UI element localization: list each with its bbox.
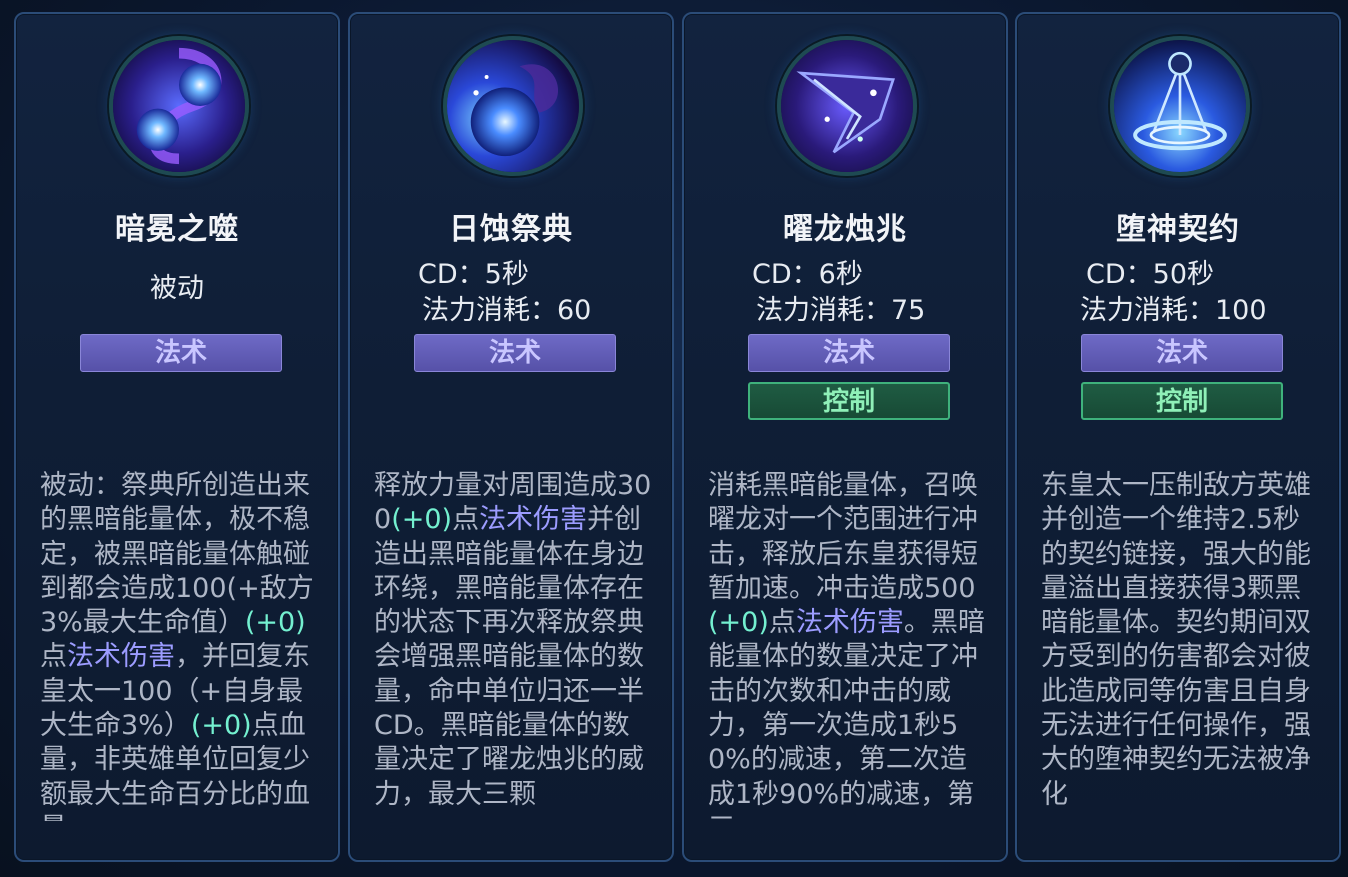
control-tag: 控制 <box>1081 382 1283 420</box>
skill-name: 暗冕之噬 <box>115 212 239 247</box>
eclipse-orb-icon <box>443 36 583 176</box>
magic-tag: 法术 <box>748 334 950 372</box>
skill-cooldown: CD：50秒 <box>1086 259 1214 290</box>
skill-mana-cost: 法力消耗：100 <box>1080 295 1267 326</box>
skill-description: 东皇太一压制敌方英雄并创造一个维持2.5秒的契约链接，强大的能量溢出直接获得3颗… <box>1041 470 1311 810</box>
magic-tag: 法术 <box>80 334 282 372</box>
skill-description: 消耗黑暗能量体，召唤曜龙对一个范围进行冲击，释放后东皇获得短暂加速。冲击造成50… <box>708 470 985 821</box>
skill-mana-cost: 法力消耗：75 <box>756 295 926 326</box>
skill-cooldown: CD：6秒 <box>752 259 863 290</box>
skill-description: 被动：祭典所创造出来的黑暗能量体，极不稳定，被黑暗能量体触碰到都会造成100(+… <box>40 470 314 821</box>
skill-card-passive[interactable]: 暗冕之噬 被动 法术 被动：祭典所创造出来的黑暗能量体，极不稳定，被黑暗能量体触… <box>14 12 340 862</box>
skill-passive-label: 被动 <box>150 273 204 304</box>
skill-description: 释放力量对周围造成300(+0)点法术伤害并创造出黑暗能量体在身边环绕，黑暗能量… <box>374 470 652 810</box>
control-tag: 控制 <box>748 382 950 420</box>
skill-name: 日蚀祭典 <box>449 212 573 247</box>
skill-card-3[interactable]: 堕神契约 CD：50秒 法力消耗：100 法术 控制 东皇太一压制敌方英雄并创造… <box>1015 12 1341 862</box>
skill-card-1[interactable]: 日蚀祭典 CD：5秒 法力消耗：60 法术 释放力量对周围造成300(+0)点法… <box>348 12 674 862</box>
skill-mana-cost: 法力消耗：60 <box>422 295 592 326</box>
skill-cooldown: CD：5秒 <box>418 259 529 290</box>
magic-tag: 法术 <box>414 334 616 372</box>
dark-orbs-icon <box>109 36 249 176</box>
skill-name: 堕神契约 <box>1116 212 1240 247</box>
magic-tag: 法术 <box>1081 334 1283 372</box>
skill-name: 曜龙烛兆 <box>783 212 907 247</box>
dragon-strike-icon <box>777 36 917 176</box>
skill-card-2[interactable]: 曜龙烛兆 CD：6秒 法力消耗：75 法术 控制 消耗黑暗能量体，召唤曜龙对一个… <box>682 12 1008 862</box>
pact-portal-icon <box>1110 36 1250 176</box>
